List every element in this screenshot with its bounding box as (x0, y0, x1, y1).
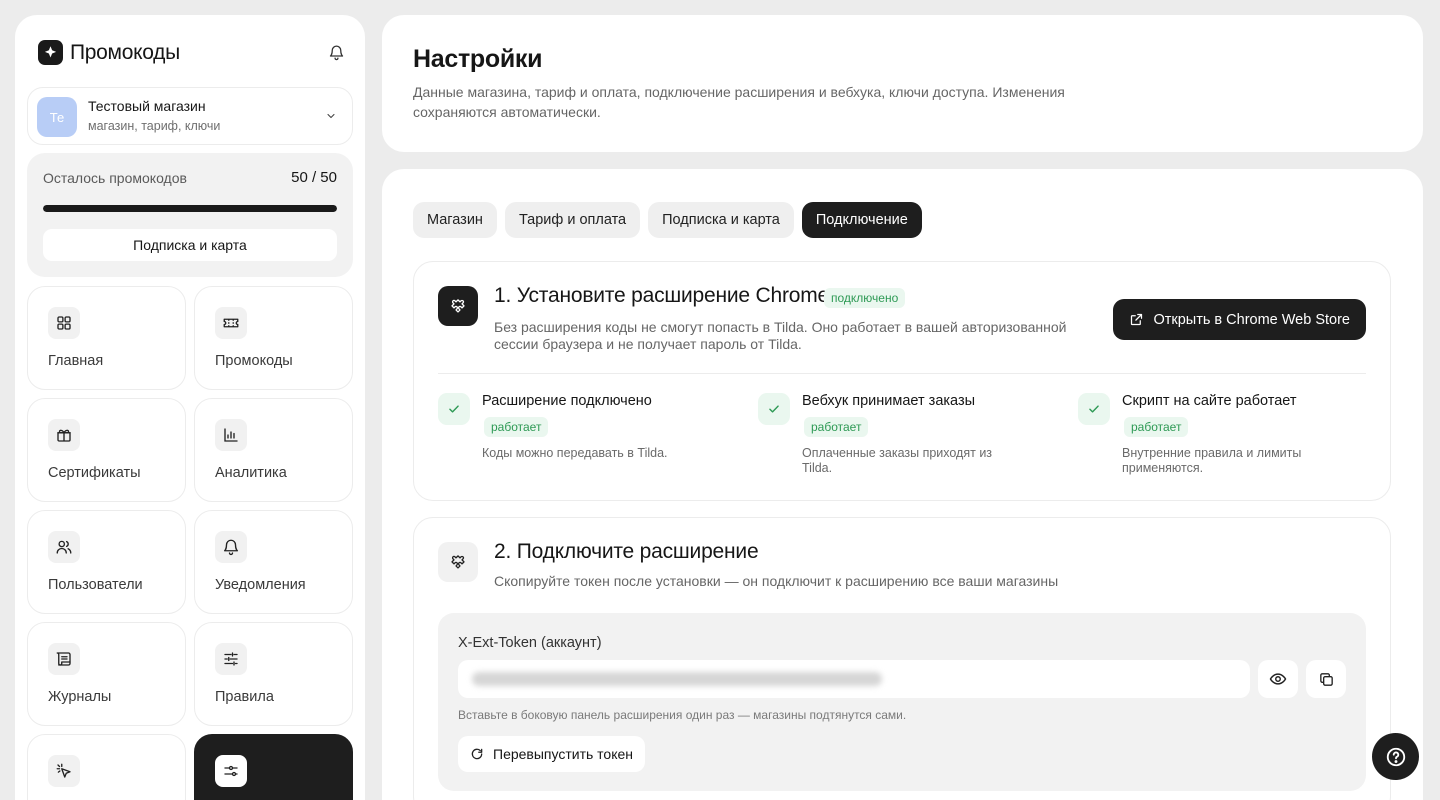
quota-progress-fill (43, 205, 337, 212)
help-circle-icon (1386, 747, 1405, 766)
step2-description: Скопируйте токен после установки — он по… (494, 573, 1059, 589)
check-script-title: Скрипт на сайте работает (1122, 393, 1297, 409)
step2-title: 2. Подключите расширение (494, 540, 759, 563)
nav-tile-certificates[interactable]: Сертификаты (27, 398, 186, 502)
brand-logo-icon (38, 40, 63, 65)
token-panel: X-Ext-Token (аккаунт) Вставьте в боковую… (438, 613, 1366, 791)
check-extension-title: Расширение подключено (482, 393, 652, 409)
tab-store[interactable]: Магазин (413, 202, 497, 238)
nav-label-notifications: Уведомления (215, 577, 306, 593)
nav-label-users: Пользователи (48, 577, 143, 593)
tab-plan-payment[interactable]: Тариф и оплата (504, 202, 641, 238)
check-webhook-note: Оплаченные заказы приходят из Tilda. (802, 446, 993, 475)
promo-quota-card: Осталось промокодов 50 / 50 Подписка и к… (27, 153, 353, 277)
nav-label-home: Главная (48, 353, 104, 369)
nav-tile-logs[interactable]: Журналы (27, 622, 186, 726)
token-field[interactable] (458, 660, 1250, 698)
store-switcher[interactable]: Те Тестовый магазин магазин, тариф, ключ… (27, 87, 353, 145)
users-icon (48, 531, 80, 563)
refresh-icon (471, 748, 483, 760)
token-masked-value (472, 672, 882, 686)
nav-tile-users[interactable]: Пользователи (27, 510, 186, 614)
nav-tile-rules[interactable]: Правила (194, 622, 353, 726)
page-description: Данные магазина, тариф и оплата, подключ… (413, 84, 1065, 120)
step1-title: 1. Установите расширение Chrome (494, 284, 830, 307)
nav-tile-extra[interactable] (27, 734, 186, 800)
sidebar: Промокоды Те Тестовый магазин магазин, т… (15, 15, 365, 800)
nav-label-analytics: Аналитика (215, 465, 287, 481)
status-badge: работает (1124, 417, 1189, 437)
step1-description: Без расширения коды не смогут попасть в … (494, 319, 1067, 352)
page-header: Настройки Данные магазина, тариф и оплат… (382, 15, 1423, 152)
quota-progress-bar (43, 205, 337, 212)
reissue-token-label: Перевыпустить токен (493, 746, 634, 762)
settings-tabs: Магазин Тариф и оплата Подписка и карта … (413, 202, 922, 238)
subscription-button[interactable]: Подписка и карта (43, 229, 337, 261)
settings-panel: Магазин Тариф и оплата Подписка и карта … (382, 169, 1423, 800)
check-script-note: Внутренние правила и лимиты применяются. (1122, 446, 1302, 475)
bar-chart-icon (215, 419, 247, 451)
open-chrome-store-button[interactable]: Открыть в Chrome Web Store (1113, 299, 1366, 340)
status-badge: работает (804, 417, 869, 437)
puzzle-icon (438, 286, 478, 326)
store-subtitle: магазин, тариф, ключи (88, 119, 221, 133)
chevron-down-icon (325, 109, 337, 127)
check-icon (758, 393, 790, 425)
tab-connection[interactable]: Подключение (801, 202, 922, 238)
brand-name: Промокоды (70, 40, 180, 64)
quota-label: Осталось промокодов (43, 170, 187, 186)
token-hint: Вставьте в боковую панель расширения оди… (458, 708, 907, 722)
connected-badge: подключено (824, 288, 906, 308)
nav-tile-home[interactable]: Главная (27, 286, 186, 390)
quota-value: 50 / 50 (291, 169, 337, 186)
nav-label-certificates: Сертификаты (48, 465, 141, 481)
show-token-button[interactable] (1258, 660, 1298, 698)
check-icon (1078, 393, 1110, 425)
open-chrome-store-label: Открыть в Chrome Web Store (1153, 311, 1350, 328)
sliders-icon (215, 643, 247, 675)
settings-sliders-icon (215, 755, 247, 787)
nav-tile-settings[interactable] (194, 734, 353, 800)
store-avatar: Те (37, 97, 77, 137)
connect-extension-section: 2. Подключите расширение Скопируйте токе… (413, 517, 1391, 800)
store-name: Тестовый магазин (88, 98, 206, 114)
bell-icon (215, 531, 247, 563)
gift-icon (48, 419, 80, 451)
install-extension-section: 1. Установите расширение Chrome подключе… (413, 261, 1391, 501)
sparkle-icon (48, 755, 80, 787)
grid-icon (48, 307, 80, 339)
puzzle-icon (438, 542, 478, 582)
scroll-icon (48, 643, 80, 675)
external-link-icon (1131, 313, 1143, 326)
check-webhook-title: Вебхук принимает заказы (802, 393, 976, 409)
copy-token-button[interactable] (1306, 660, 1346, 698)
reissue-token-button[interactable]: Перевыпустить токен (458, 736, 646, 772)
brand[interactable]: Промокоды (38, 40, 180, 65)
status-badge: работает (484, 417, 549, 437)
check-icon (438, 393, 470, 425)
nav-tile-notifications[interactable]: Уведомления (194, 510, 353, 614)
notifications-bell-icon[interactable] (326, 42, 346, 62)
copy-icon (1319, 672, 1333, 686)
nav-label-promocodes: Промокоды (215, 353, 293, 369)
nav-label-rules: Правила (215, 689, 274, 705)
eye-icon (1269, 673, 1287, 685)
nav-label-logs: Журналы (48, 689, 112, 705)
tab-subscription-card[interactable]: Подписка и карта (648, 202, 794, 238)
nav-tile-promocodes[interactable]: Промокоды (194, 286, 353, 390)
check-extension-note: Коды можно передавать в Tilda. (482, 446, 668, 460)
divider (438, 373, 1366, 374)
ticket-icon (215, 307, 247, 339)
nav-tile-analytics[interactable]: Аналитика (194, 398, 353, 502)
token-label: X-Ext-Token (аккаунт) (458, 635, 602, 651)
help-button[interactable] (1372, 733, 1419, 780)
page-title: Настройки (413, 45, 543, 73)
